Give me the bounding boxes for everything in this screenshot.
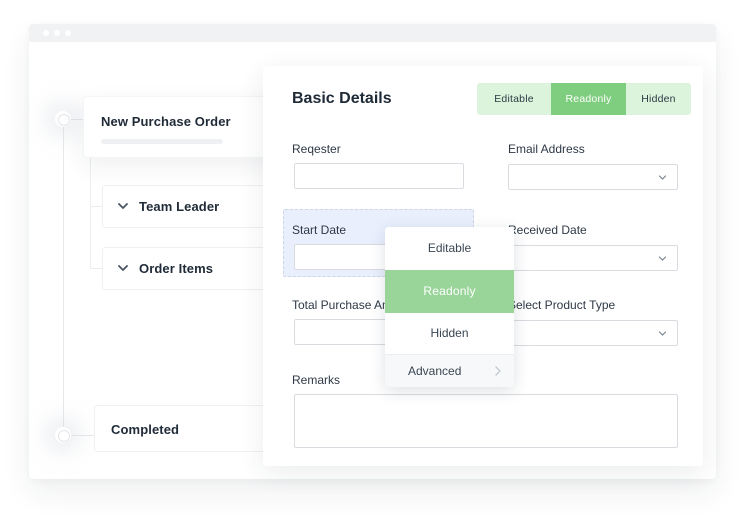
stage-title: New Purchase Order <box>101 114 231 129</box>
window-dot <box>43 30 49 36</box>
product-type-select[interactable] <box>508 320 678 346</box>
timeline-node-icon <box>55 111 71 127</box>
menu-item-hidden[interactable]: Hidden <box>385 313 514 354</box>
chevron-down-icon <box>658 256 667 261</box>
chevron-down-icon <box>118 203 128 209</box>
window-titlebar <box>29 24 716 42</box>
stage-title: Team Leader <box>139 199 220 214</box>
received-date-label: Received Date <box>508 223 587 237</box>
timeline-line <box>63 120 64 436</box>
timeline-sub-line <box>90 155 91 268</box>
mode-hidden-button[interactable]: Hidden <box>626 83 691 115</box>
stage-team-leader[interactable]: Team Leader <box>102 185 282 228</box>
total-purchase-label: Total Purchase Amount <box>292 298 385 312</box>
requester-label: Reqester <box>292 142 341 156</box>
timeline-sub-connector <box>90 206 102 207</box>
product-type-label: Select Product Type <box>508 298 616 312</box>
email-select[interactable] <box>508 164 678 190</box>
mode-readonly-button[interactable]: Readonly <box>551 83 626 115</box>
requester-input[interactable] <box>294 163 464 189</box>
email-label: Email Address <box>508 142 585 156</box>
panel-title: Basic Details <box>292 90 392 107</box>
mode-editable-button[interactable]: Editable <box>477 83 551 115</box>
timeline-connector <box>71 119 83 120</box>
menu-item-advanced[interactable]: Advanced <box>385 354 514 387</box>
chevron-down-icon <box>658 331 667 336</box>
stage-new-purchase-order[interactable]: New Purchase Order <box>83 96 283 158</box>
chevron-down-icon <box>658 175 667 180</box>
stage-completed[interactable]: Completed <box>94 405 284 452</box>
chevron-right-icon <box>495 366 501 376</box>
window-dot <box>65 30 71 36</box>
menu-item-label: Advanced <box>408 364 462 378</box>
timeline-node-icon <box>55 427 71 443</box>
stage-order-items[interactable]: Order Items <box>102 247 282 290</box>
window-dot <box>54 30 60 36</box>
menu-item-readonly[interactable]: Readonly <box>385 270 514 313</box>
received-date-select[interactable] <box>508 245 678 271</box>
menu-item-editable[interactable]: Editable <box>385 227 514 270</box>
remarks-label: Remarks <box>292 373 341 387</box>
permission-mode-toggle: Editable Readonly Hidden <box>477 83 691 115</box>
stage-title: Order Items <box>139 261 214 276</box>
timeline-connector <box>71 435 94 436</box>
field-permission-menu: Editable Readonly Hidden Advanced <box>385 227 514 387</box>
start-date-label: Start Date <box>292 223 347 237</box>
stage-placeholder-bar <box>101 139 223 144</box>
remarks-textarea[interactable] <box>294 394 678 448</box>
stage-title: Completed <box>111 422 180 437</box>
timeline-sub-connector <box>90 268 102 269</box>
chevron-down-icon <box>118 265 128 271</box>
